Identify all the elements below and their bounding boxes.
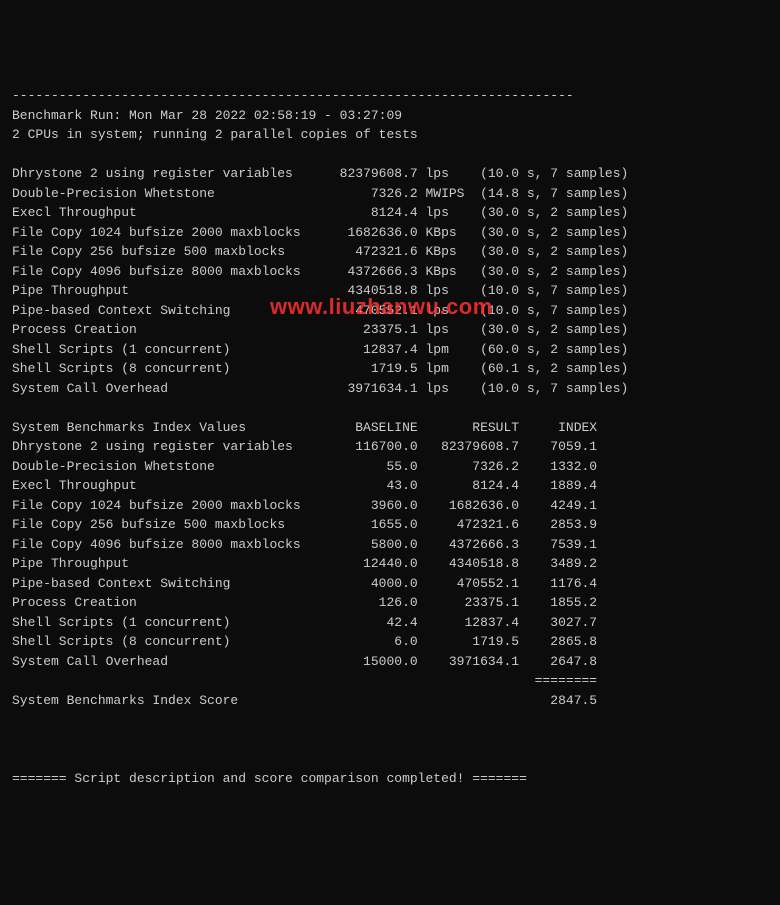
terminal-output: ----------------------------------------…: [12, 86, 768, 788]
